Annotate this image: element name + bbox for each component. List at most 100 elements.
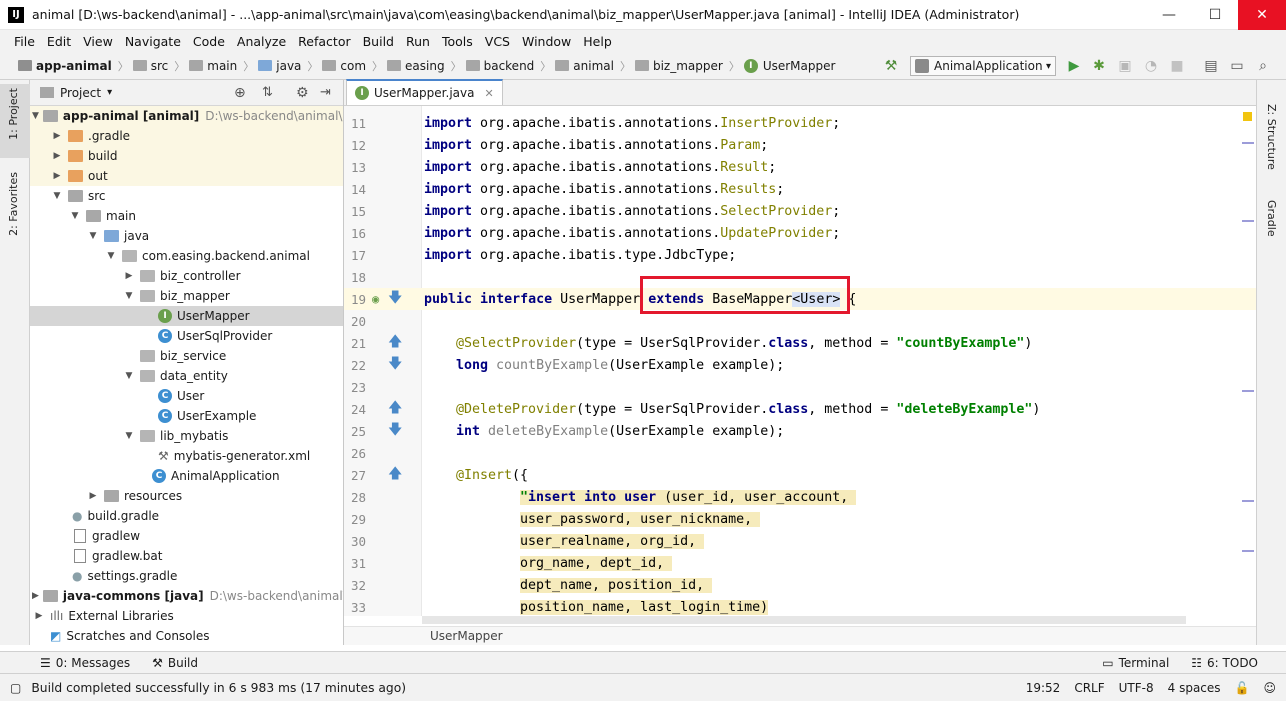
tab-usermapper-java[interactable]: I UserMapper.java ✕ bbox=[346, 79, 503, 105]
tool-build[interactable]: ⚒ Build bbox=[152, 656, 198, 670]
code-line[interactable]: 14 import org.apache.ibatis.annotations.R… bbox=[344, 178, 1256, 200]
profile-icon[interactable]: ◔ bbox=[1142, 57, 1160, 75]
expand-arrow-icon[interactable]: ▶ bbox=[50, 151, 64, 161]
implemented-down-arrow-icon[interactable]: 🡇 bbox=[388, 287, 402, 311]
code-line[interactable]: 11 import org.apache.ibatis.annotations.I… bbox=[344, 112, 1256, 134]
minimize-button[interactable]: — bbox=[1146, 0, 1192, 30]
code-line[interactable]: 16 import org.apache.ibatis.annotations.U… bbox=[344, 222, 1256, 244]
debug-icon[interactable]: ✱ bbox=[1090, 57, 1108, 75]
tree-item-biz-controller[interactable]: ▶ biz_controller bbox=[30, 266, 343, 286]
code-line[interactable]: 29 user_password, user_nickname, bbox=[344, 508, 1256, 530]
code-line[interactable]: 12 import org.apache.ibatis.annotations.P… bbox=[344, 134, 1256, 156]
implemented-down-arrow-icon[interactable]: 🡇 bbox=[388, 419, 402, 443]
menu-navigate[interactable]: Navigate bbox=[119, 34, 187, 49]
expand-arrow-icon[interactable]: ▼ bbox=[122, 291, 136, 301]
expand-arrow-icon[interactable]: ▼ bbox=[104, 251, 118, 261]
coverage-icon[interactable]: ▣ bbox=[1116, 57, 1134, 75]
close-button[interactable]: ✕ bbox=[1238, 0, 1286, 30]
tree-item-lib-mybatis[interactable]: ▼ lib_mybatis bbox=[30, 426, 343, 446]
run-configuration-select[interactable]: AnimalApplication ▾ bbox=[910, 56, 1056, 76]
menu-build[interactable]: Build bbox=[357, 34, 400, 49]
menu-refactor[interactable]: Refactor bbox=[292, 34, 356, 49]
expand-arrow-icon[interactable]: ▼ bbox=[68, 211, 82, 221]
overriding-up-arrow-icon[interactable]: 🡅 bbox=[388, 331, 402, 355]
implemented-down-arrow-icon[interactable]: 🡇 bbox=[388, 353, 402, 377]
tree-item-build-dir[interactable]: ▶ build bbox=[30, 146, 343, 166]
spring-bean-icon[interactable]: ◉ bbox=[372, 292, 379, 306]
tree-item-mybatis-generator-xml[interactable]: ⚒ mybatis-generator.xml bbox=[30, 446, 343, 466]
tree-item-userexample[interactable]: C UserExample bbox=[30, 406, 343, 426]
code-line[interactable]: 32 dept_name, position_id, bbox=[344, 574, 1256, 596]
menu-analyze[interactable]: Analyze bbox=[231, 34, 292, 49]
locate-icon[interactable]: ⊕ bbox=[234, 85, 246, 101]
stop-icon[interactable]: ■ bbox=[1168, 57, 1186, 75]
file-encoding[interactable]: UTF-8 bbox=[1119, 681, 1154, 695]
scroll-marker[interactable] bbox=[1242, 390, 1254, 392]
tree-item-biz-service[interactable]: biz_service bbox=[30, 346, 343, 366]
project-view-select[interactable]: Project bbox=[60, 86, 101, 100]
tree-item-resources[interactable]: ▶ resources bbox=[30, 486, 343, 506]
tree-item-animalapplication[interactable]: C AnimalApplication bbox=[30, 466, 343, 486]
indent-settings[interactable]: 4 spaces bbox=[1168, 681, 1221, 695]
expand-arrow-icon[interactable]: ▼ bbox=[122, 371, 136, 381]
scroll-marker[interactable] bbox=[1242, 550, 1254, 552]
chevron-down-icon[interactable]: ▾ bbox=[107, 87, 112, 98]
tree-item-build-gradle[interactable]: ● build.gradle bbox=[30, 506, 343, 526]
crumb-main[interactable]: main 〉 bbox=[189, 58, 254, 74]
tool-tab-project[interactable]: 1: Project bbox=[7, 88, 20, 140]
code-line[interactable]: 21 🡅 @SelectProvider(type = UserSqlProvide… bbox=[344, 332, 1256, 354]
code-line[interactable]: 33 position_name, last_login_time) bbox=[344, 596, 1256, 618]
maximize-button[interactable]: ☐ bbox=[1192, 0, 1238, 30]
scroll-marker[interactable] bbox=[1242, 500, 1254, 502]
project-structure-icon[interactable]: ▤ bbox=[1202, 57, 1220, 75]
tool-terminal[interactable]: ▭ Terminal bbox=[1102, 656, 1169, 670]
inspection-marker-icon[interactable] bbox=[1243, 112, 1252, 121]
tree-item-settings-gradle[interactable]: ● settings.gradle bbox=[30, 566, 343, 586]
gear-icon[interactable]: ⚙ bbox=[296, 85, 309, 101]
tree-item-src[interactable]: ▼ src bbox=[30, 186, 343, 206]
menu-window[interactable]: Window bbox=[516, 34, 577, 49]
menu-file[interactable]: File bbox=[8, 34, 41, 49]
status-message[interactable]: Build completed successfully in 6 s 983 … bbox=[31, 681, 406, 695]
tree-item-java[interactable]: ▼ java bbox=[30, 226, 343, 246]
hammer-icon[interactable]: ⚒ bbox=[882, 57, 900, 75]
expand-arrow-icon[interactable]: ▶ bbox=[32, 591, 39, 601]
crumb-backend[interactable]: backend 〉 bbox=[465, 58, 551, 74]
tool-tab-favorites[interactable]: 2: Favorites bbox=[7, 172, 20, 236]
tree-item-app-animal[interactable]: ▼ app-animal [animal] D:\ws-backend\animal… bbox=[30, 106, 343, 126]
tree-item-usermapper[interactable]: I UserMapper bbox=[30, 306, 343, 326]
tool-tab-structure[interactable]: Z: Structure bbox=[1265, 104, 1278, 170]
code-line[interactable]: 28 "insert into user (user_id, user_accou… bbox=[344, 486, 1256, 508]
menu-code[interactable]: Code bbox=[187, 34, 231, 49]
expand-arrow-icon[interactable]: ▼ bbox=[32, 111, 39, 121]
overriding-up-arrow-icon[interactable]: 🡅 bbox=[388, 463, 402, 487]
line-separator[interactable]: CRLF bbox=[1074, 681, 1104, 695]
tree-item-main[interactable]: ▼ main bbox=[30, 206, 343, 226]
code-line[interactable]: 17 import org.apache.ibatis.type.JdbcType… bbox=[344, 244, 1256, 266]
tree-item-gradle-dir[interactable]: ▶ .gradle bbox=[30, 126, 343, 146]
scroll-marker[interactable] bbox=[1242, 142, 1254, 144]
menu-help[interactable]: Help bbox=[577, 34, 618, 49]
expand-arrow-icon[interactable]: ▶ bbox=[122, 271, 136, 281]
code-line[interactable]: 30 user_realname, org_id, bbox=[344, 530, 1256, 552]
crumb-app-animal[interactable]: app-animal 〉 bbox=[18, 58, 129, 74]
menu-run[interactable]: Run bbox=[400, 34, 436, 49]
crumb-com[interactable]: com 〉 bbox=[322, 58, 383, 74]
tree-item-package-root[interactable]: ▼ com.easing.backend.animal bbox=[30, 246, 343, 266]
caret-position[interactable]: 19:52 bbox=[1026, 681, 1061, 695]
tree-item-external-libraries[interactable]: ▶ ıllı External Libraries bbox=[30, 606, 343, 626]
close-tab-icon[interactable]: ✕ bbox=[484, 87, 493, 100]
tree-item-usersqlprovider[interactable]: C UserSqlProvider bbox=[30, 326, 343, 346]
collapse-all-icon[interactable]: ⇅ bbox=[262, 85, 273, 100]
tool-messages[interactable]: ☰ 0: Messages bbox=[40, 656, 130, 670]
menu-vcs[interactable]: VCS bbox=[479, 34, 516, 49]
crumb-src[interactable]: src 〉 bbox=[132, 58, 185, 74]
expand-arrow-icon[interactable]: ▶ bbox=[50, 171, 64, 181]
code-line[interactable]: 24 🡅 @DeleteProvider(type = UserSqlProvide… bbox=[344, 398, 1256, 420]
tree-item-user[interactable]: C User bbox=[30, 386, 343, 406]
tree-item-gradlew[interactable]: gradlew bbox=[30, 526, 343, 546]
status-toggle-icon[interactable]: ▢ bbox=[10, 681, 21, 695]
inspector-icon[interactable]: ☺ bbox=[1263, 681, 1276, 695]
terminal-icon[interactable]: ▭ bbox=[1228, 57, 1246, 75]
tree-item-java-commons[interactable]: ▶ java-commons [java] D:\ws-backend\animal… bbox=[30, 586, 343, 606]
